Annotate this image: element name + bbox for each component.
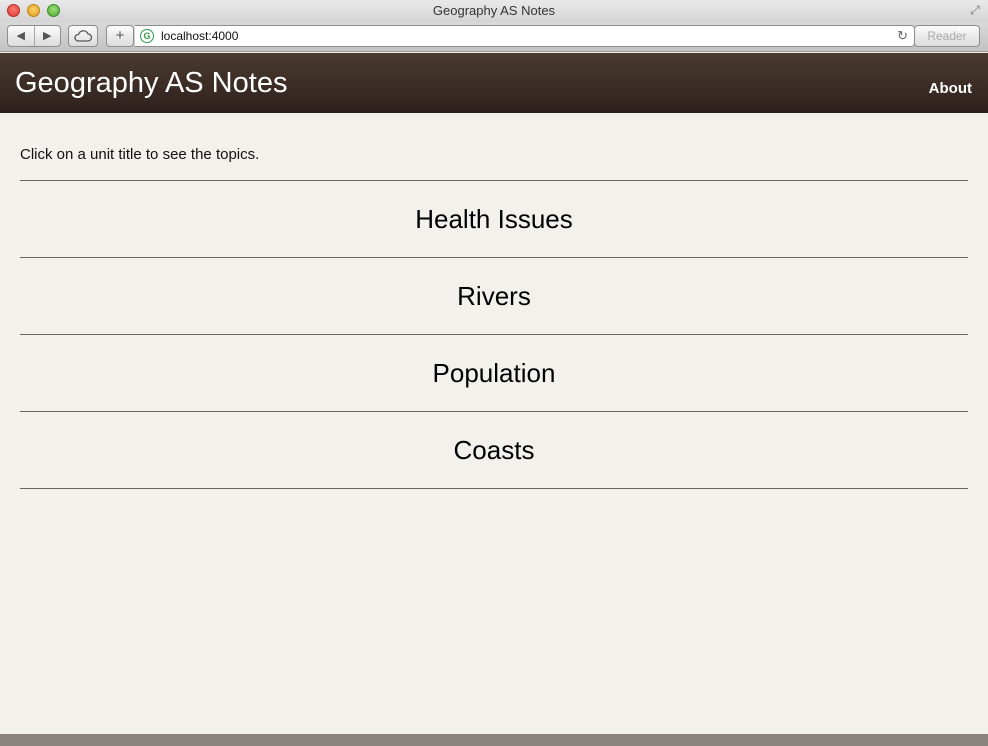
- site-title[interactable]: Geography AS Notes: [15, 66, 287, 100]
- minimize-window-button[interactable]: [27, 4, 40, 17]
- back-arrow-icon[interactable]: ◀: [8, 26, 35, 46]
- about-link[interactable]: About: [929, 79, 972, 99]
- plus-icon: +: [115, 27, 125, 44]
- footer-bar: [0, 734, 988, 746]
- fullscreen-icon[interactable]: ⤢: [968, 3, 982, 17]
- unit-title-rivers[interactable]: Rivers: [20, 258, 968, 335]
- reload-icon[interactable]: ↻: [897, 26, 908, 46]
- cloud-icon: [74, 30, 93, 42]
- window-titlebar: Geography AS Notes ⤢: [0, 0, 988, 22]
- address-bar[interactable]: G localhost:4000 ↻: [135, 25, 915, 47]
- unit-title-population[interactable]: Population: [20, 335, 968, 412]
- zoom-window-button[interactable]: [47, 4, 60, 17]
- unit-title-coasts[interactable]: Coasts: [20, 412, 968, 489]
- icloud-tabs-button[interactable]: [68, 25, 98, 47]
- url-text: localhost:4000: [161, 29, 239, 43]
- close-window-button[interactable]: [7, 4, 20, 17]
- nav-buttons: ◀ ▶: [7, 25, 61, 47]
- site-favicon-icon: G: [140, 29, 154, 43]
- intro-text: Click on a unit title to see the topics.: [20, 146, 260, 163]
- reader-button[interactable]: Reader: [914, 25, 980, 47]
- new-tab-button[interactable]: +: [106, 25, 134, 47]
- unit-list: Health Issues Rivers Population Coasts: [20, 180, 968, 489]
- forward-arrow-icon[interactable]: ▶: [35, 26, 61, 46]
- browser-toolbar: ◀ ▶ + G localhost:4000 ↻ Reader: [0, 22, 988, 52]
- unit-title-health-issues[interactable]: Health Issues: [20, 181, 968, 258]
- window-title: Geography AS Notes: [432, 3, 556, 18]
- site-header: Geography AS Notes About: [0, 53, 988, 113]
